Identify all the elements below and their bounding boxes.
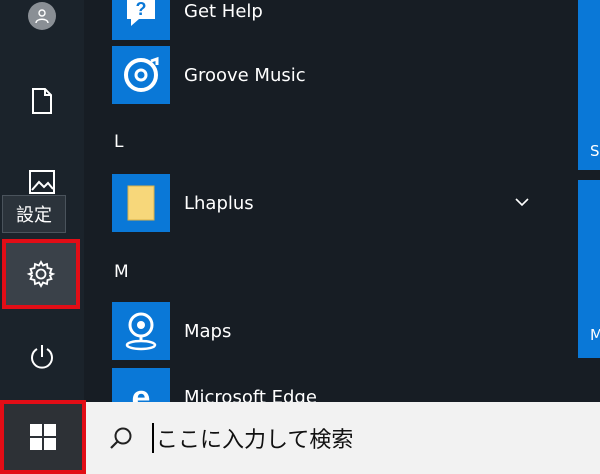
app-label: Groove Music xyxy=(184,64,306,86)
text-caret xyxy=(152,423,154,453)
section-letter-m[interactable]: M xyxy=(114,262,129,282)
power-button[interactable] xyxy=(0,340,84,374)
section-letter-l[interactable]: L xyxy=(114,132,123,152)
folder-icon xyxy=(127,185,155,221)
app-tile xyxy=(112,174,170,232)
map-pin-icon xyxy=(125,312,157,351)
windows-icon xyxy=(30,424,56,450)
search-box[interactable]: ここに入力して検索 xyxy=(86,402,600,474)
svg-text:?: ? xyxy=(136,0,147,19)
gear-icon xyxy=(26,260,56,288)
app-label: Maps xyxy=(184,320,232,342)
live-tile-b-label: M xyxy=(590,326,600,344)
app-label: Get Help xyxy=(184,0,263,22)
live-tile-b[interactable]: M xyxy=(578,180,600,358)
help-icon: ? xyxy=(127,0,155,26)
document-icon xyxy=(32,88,52,114)
live-tile-a[interactable]: S xyxy=(578,0,600,170)
list-item-lhaplus[interactable]: Lhaplus xyxy=(112,172,254,234)
list-item-get-help[interactable]: ? Get Help xyxy=(112,0,263,42)
documents-button[interactable] xyxy=(0,84,84,118)
app-list: ? Get Help Groove Music L Lhaplus M Maps… xyxy=(84,0,560,426)
app-tile: ? xyxy=(112,0,170,40)
pictures-button[interactable] xyxy=(0,170,84,194)
groove-icon xyxy=(124,56,159,92)
chevron-down-icon[interactable] xyxy=(512,192,532,212)
settings-button[interactable] xyxy=(2,239,80,309)
list-item-maps[interactable]: Maps xyxy=(112,300,231,362)
pictures-icon xyxy=(29,170,55,194)
account-button[interactable] xyxy=(28,2,56,30)
app-label: Lhaplus xyxy=(184,192,254,214)
list-item-groove-music[interactable]: Groove Music xyxy=(112,44,306,106)
user-icon xyxy=(35,9,49,24)
start-menu-rail: 設定 xyxy=(0,0,84,402)
settings-tooltip: 設定 xyxy=(2,195,66,233)
app-tile xyxy=(112,46,170,104)
search-icon xyxy=(110,427,132,449)
live-tile-a-label: S xyxy=(590,142,600,160)
power-icon xyxy=(31,345,53,369)
app-tile xyxy=(112,302,170,360)
start-button[interactable] xyxy=(0,400,86,474)
search-input[interactable]: ここに入力して検索 xyxy=(156,422,353,454)
